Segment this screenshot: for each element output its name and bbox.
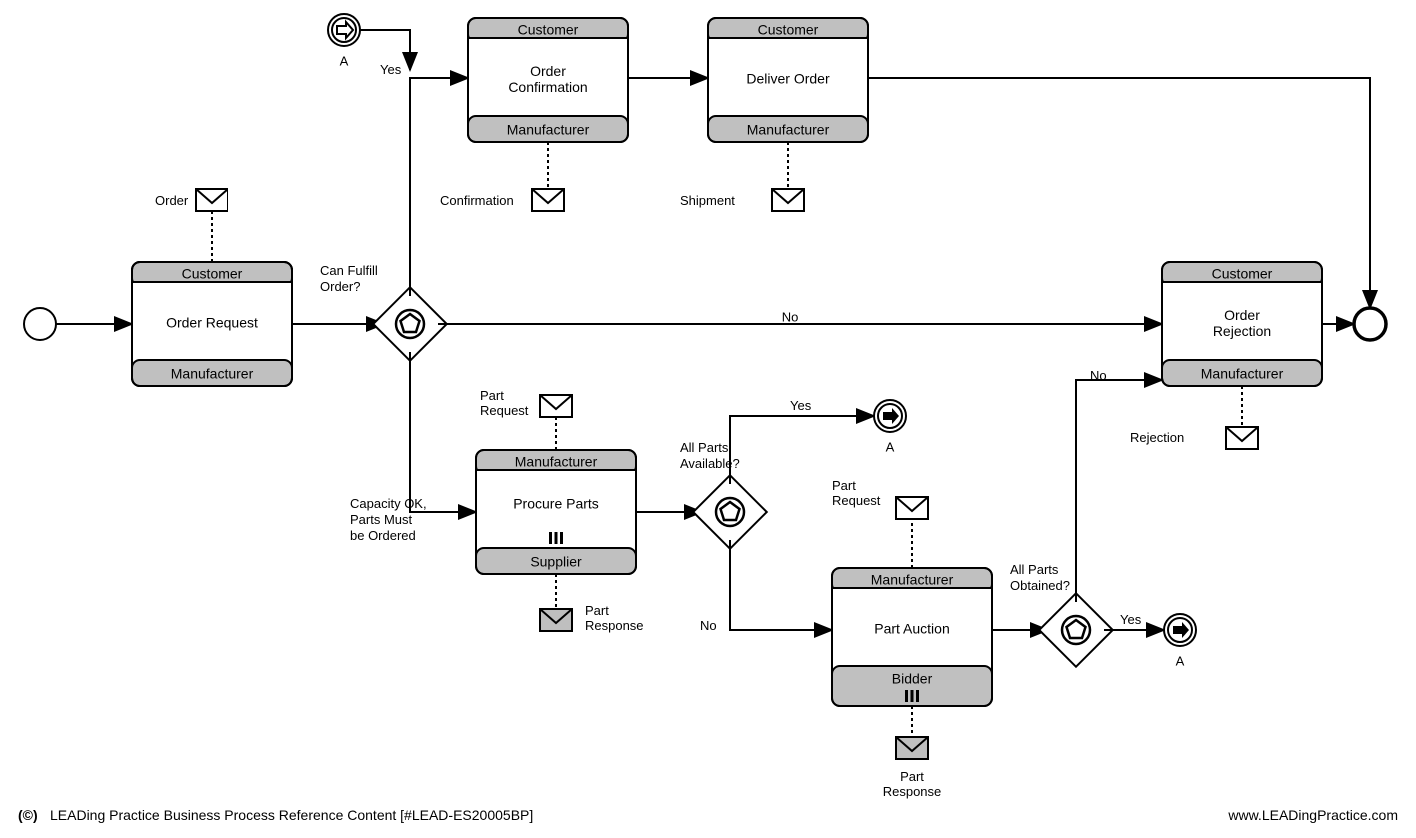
lane-bottom: Manufacturer [1201, 366, 1284, 382]
link-event-a-out [874, 400, 906, 432]
lane-top: Customer [518, 22, 579, 38]
envelope-icon [1226, 427, 1258, 449]
gateway-label: Can Fulfill Order? [320, 263, 381, 294]
msg-shipment: Shipment [680, 193, 735, 208]
lane-top: Customer [758, 22, 819, 38]
branch-no2: No [700, 618, 717, 633]
activity-part-auction: Manufacturer Part Auction Bidder [832, 568, 992, 706]
activity-deliver-order: Customer Deliver Order Manufacturer [708, 18, 868, 142]
envelope-icon [896, 497, 928, 519]
footer-logo: (©) [18, 807, 38, 823]
branch-no3: No [1090, 368, 1107, 383]
lane-bottom: Manufacturer [747, 122, 830, 138]
envelope-icon [532, 189, 564, 211]
gateway-can-fulfill [373, 287, 447, 361]
branch-no1: No [782, 309, 799, 324]
multi-instance-icon [905, 690, 919, 702]
link-label-a1: A [340, 53, 349, 68]
branch-yes2: Yes [790, 398, 812, 413]
envelope-icon [540, 395, 572, 417]
msg-part-req1: PartRequest [480, 388, 529, 418]
envelope-icon [896, 737, 928, 759]
envelope-icon [772, 189, 804, 211]
footer-left: LEADing Practice Business Process Refere… [50, 807, 533, 823]
lane-bottom: Manufacturer [171, 366, 254, 382]
activity-order-request: Customer Order Request Manufacturer [132, 262, 292, 386]
lane-top: Customer [182, 266, 243, 282]
gateway-all-parts-available [693, 475, 767, 549]
footer-right: www.LEADingPractice.com [1227, 807, 1398, 823]
lane-bottom: Bidder [892, 671, 933, 687]
gateway-all-parts-obtained [1039, 593, 1113, 667]
lane-top: Manufacturer [515, 454, 598, 470]
lane-bottom: Manufacturer [507, 122, 590, 138]
msg-part-resp2: PartResponse [883, 769, 942, 799]
msg-order: Order [155, 193, 189, 208]
start-event [24, 308, 56, 340]
link-event-a-in [328, 14, 360, 46]
activity-label: Order Request [166, 315, 258, 331]
branch-yes1: Yes [380, 62, 402, 77]
bpmn-diagram: Customer Order Request Manufacturer Orde… [0, 0, 1416, 838]
gateway-label: All PartsObtained? [1010, 562, 1070, 593]
lane-top: Manufacturer [871, 572, 954, 588]
msg-confirmation: Confirmation [440, 193, 514, 208]
link-label-a3: A [1176, 653, 1185, 668]
msg-part-resp1: PartResponse [585, 603, 644, 633]
link-label-a2: A [886, 439, 895, 454]
activity-order-confirmation: Customer OrderConfirmation Manufacturer [468, 18, 628, 142]
activity-procure-parts: Manufacturer Procure Parts Supplier [476, 450, 636, 574]
link-event-a-out [1164, 614, 1196, 646]
msg-rejection: Rejection [1130, 430, 1184, 445]
activity-order-rejection: Customer OrderRejection Manufacturer [1162, 262, 1322, 386]
end-event [1354, 308, 1386, 340]
activity-label: Part Auction [874, 621, 950, 637]
msg-part-req2: PartRequest [832, 478, 881, 508]
multi-instance-icon [549, 532, 563, 544]
lane-bottom: Supplier [530, 554, 582, 570]
envelope-icon [540, 609, 572, 631]
activity-label: Procure Parts [513, 496, 599, 512]
activity-label: Deliver Order [746, 71, 830, 87]
lane-top: Customer [1212, 266, 1273, 282]
branch-yes3: Yes [1120, 612, 1142, 627]
branch-capacity: Capacity OK, Parts Must be Ordered [350, 496, 430, 543]
